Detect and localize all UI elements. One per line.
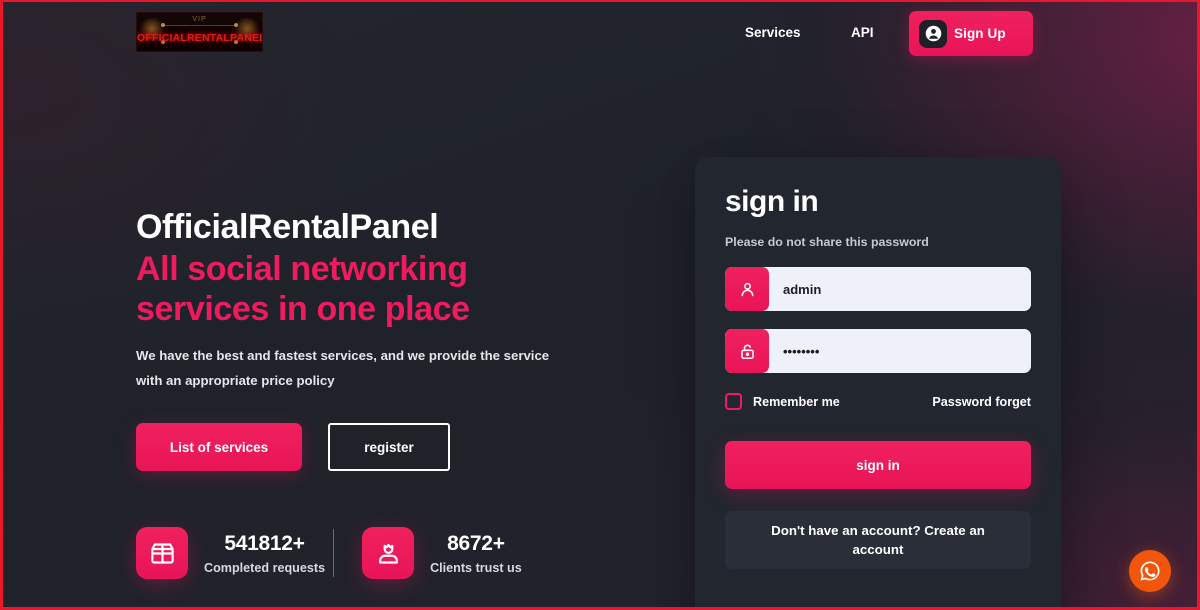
options-row: Remember me Password forget [725, 393, 1031, 410]
sign-in-title: sign in [725, 185, 819, 218]
box-icon [136, 527, 188, 579]
hero-description: We have the best and fastest services, a… [136, 348, 550, 388]
nav-link-services[interactable]: Services [745, 25, 801, 40]
checkbox-box[interactable] [725, 393, 742, 410]
stat-text: 541812+ Completed requests [204, 532, 325, 575]
create-account-link[interactable]: Don't have an account? Create an account [725, 511, 1031, 569]
sign-up-label: Sign Up [954, 26, 1006, 41]
password-input[interactable] [769, 329, 1031, 373]
username-input[interactable] [769, 267, 1031, 311]
username-field[interactable] [725, 267, 1031, 311]
create-account-label: Don't have an account? Create an account [771, 522, 985, 557]
hero-title: OfficialRentalPanel [136, 208, 439, 246]
stat-clients-trust: 8672+ Clients trust us [362, 527, 522, 579]
sign-in-card: sign in Please do not share this passwor… [695, 157, 1061, 607]
sign-in-note: Please do not share this password [725, 235, 929, 249]
stat-completed-requests: 541812+ Completed requests [136, 527, 325, 579]
crown-user-icon [362, 527, 415, 579]
stat-label: Completed requests [204, 560, 326, 575]
logo-divider [162, 25, 237, 26]
logo-dot [161, 23, 165, 27]
stat-value: 541812+ [224, 531, 305, 555]
site-header: VIP OFFICIALRENTALPANEL Services API Sig… [3, 2, 1197, 64]
stat-value: 8672+ [447, 531, 505, 555]
site-logo[interactable]: VIP OFFICIALRENTALPANEL [136, 12, 263, 52]
user-icon [725, 267, 769, 311]
unlock-icon [725, 329, 769, 373]
hero-actions: List of services register [136, 423, 676, 472]
stats-divider [333, 529, 335, 577]
password-field[interactable] [725, 329, 1031, 373]
list-of-services-button[interactable]: List of services [136, 423, 302, 472]
user-avatar-icon [919, 19, 947, 48]
stat-label: Clients trust us [430, 560, 522, 575]
remember-me-checkbox[interactable]: Remember me [725, 393, 840, 410]
remember-me-label: Remember me [753, 394, 840, 409]
logo-dot [234, 23, 238, 27]
nav-link-api[interactable]: API [851, 25, 874, 40]
password-forget-link[interactable]: Password forget [932, 395, 1031, 409]
logo-text: OFFICIALRENTALPANEL [137, 32, 263, 44]
page-root: VIP OFFICIALRENTALPANEL Services API Sig… [3, 2, 1197, 607]
hero-subtitle: All social networking services in one pl… [136, 250, 470, 329]
whatsapp-chat-button[interactable] [1129, 550, 1171, 592]
logo-inner: VIP OFFICIALRENTALPANEL [137, 13, 262, 51]
stats-row: 541812+ Completed requests 8672+ Clients… [136, 527, 522, 579]
sign-up-button[interactable]: Sign Up [909, 11, 1033, 56]
register-button[interactable]: register [328, 423, 450, 472]
hero-section: OfficialRentalPanel All social networkin… [136, 207, 676, 472]
stat-text: 8672+ Clients trust us [430, 532, 522, 575]
whatsapp-icon [1140, 561, 1160, 581]
sign-in-button[interactable]: sign in [725, 441, 1031, 489]
